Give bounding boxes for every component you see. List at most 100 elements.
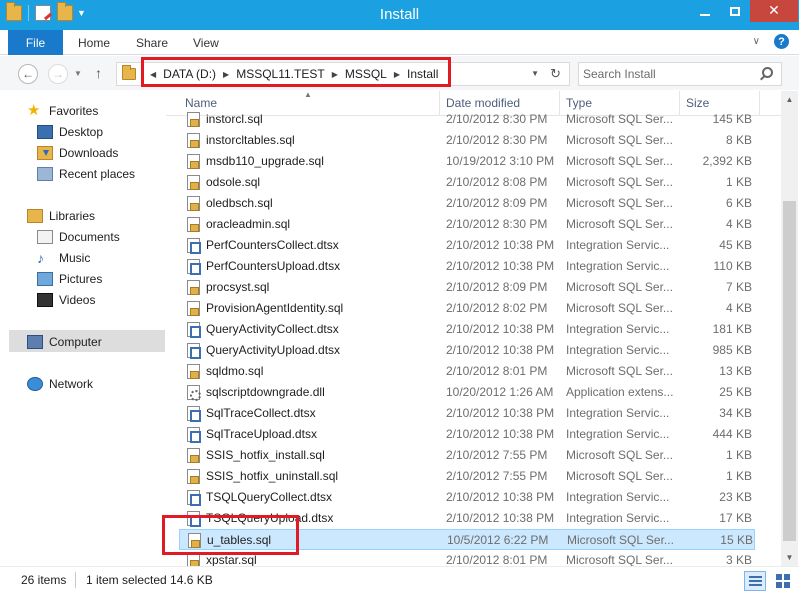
table-row[interactable]: ProvisionAgentIdentity.sql 2/10/2012 8:02… <box>179 298 755 319</box>
file-size: 34 KB <box>719 406 752 420</box>
file-type: Microsoft SQL Ser... <box>567 533 674 547</box>
file-date-modified: 2/10/2012 8:02 PM <box>446 301 548 315</box>
address-bar[interactable]: ◀ DATA (D:) ▶ MSSQL11.TEST ▶ MSSQL ▶ Ins… <box>116 62 570 86</box>
table-row[interactable]: SqlTraceCollect.dtsx 2/10/2012 10:38 PM In… <box>179 403 755 424</box>
file-date-modified: 2/10/2012 10:38 PM <box>446 238 555 252</box>
tab-file[interactable]: File <box>8 30 63 55</box>
scroll-up-icon[interactable]: ▲ <box>781 91 798 108</box>
file-size: 25 KB <box>719 385 752 399</box>
sidebar-item-desktop[interactable]: Desktop <box>37 122 103 141</box>
breadcrumb-item-install[interactable]: Install <box>407 67 438 81</box>
maximize-button[interactable] <box>720 0 750 22</box>
details-view-button[interactable] <box>744 571 766 591</box>
table-row[interactable]: xpstar.sql 2/10/2012 8:01 PM Microsoft SQL… <box>179 550 755 566</box>
table-row[interactable]: msdb110_upgrade.sql 10/19/2012 3:10 PM Mic… <box>179 151 755 172</box>
file-type: Integration Servic... <box>566 406 670 420</box>
table-row[interactable]: SSIS_hotfix_install.sql 2/10/2012 7:55 PM… <box>179 445 755 466</box>
file-name: ProvisionAgentIdentity.sql <box>206 301 344 315</box>
file-date-modified: 2/10/2012 7:55 PM <box>446 448 548 462</box>
ribbon: File Home Share View ∨ ? <box>0 30 799 55</box>
tab-share[interactable]: Share <box>136 36 168 50</box>
file-name: TSQLQueryUpload.dtsx <box>206 511 334 525</box>
file-type: Integration Servic... <box>566 490 670 504</box>
breadcrumb-item-mssql[interactable]: MSSQL <box>345 67 387 81</box>
sidebar-item-recent-places[interactable]: Recent places <box>37 164 135 183</box>
sidebar-item-pictures[interactable]: Pictures <box>37 269 102 288</box>
table-row[interactable]: TSQLQueryCollect.dtsx 2/10/2012 10:38 PM I… <box>179 487 755 508</box>
file-size: 17 KB <box>719 511 752 525</box>
status-divider <box>75 572 76 588</box>
breadcrumb-item-drive[interactable]: DATA (D:) <box>163 67 216 81</box>
vertical-scrollbar[interactable]: ▲ ▼ <box>781 91 798 566</box>
sql-file-icon <box>187 553 200 566</box>
file-date-modified: 10/5/2012 6:22 PM <box>447 533 549 547</box>
up-button[interactable]: ↑ <box>95 65 102 81</box>
close-button[interactable]: ✕ <box>750 0 798 22</box>
table-row[interactable]: procsyst.sql 2/10/2012 8:09 PM Microsoft S… <box>179 277 755 298</box>
large-icons-view-button[interactable] <box>772 571 794 591</box>
sql-file-icon <box>187 133 200 148</box>
breadcrumb-item-instance[interactable]: MSSQL11.TEST <box>236 67 324 81</box>
sidebar-item-favorites[interactable]: ★ Favorites <box>27 101 98 120</box>
tab-home[interactable]: Home <box>78 36 110 50</box>
chevron-right-icon[interactable]: ▶ <box>332 70 338 79</box>
table-row[interactable]: QueryActivityCollect.dtsx 2/10/2012 10:38… <box>179 319 755 340</box>
sidebar-item-downloads[interactable]: Downloads <box>37 143 118 162</box>
table-row[interactable]: odsole.sql 2/10/2012 8:08 PM Microsoft SQL… <box>179 172 755 193</box>
search-box[interactable] <box>578 62 782 86</box>
minimize-button[interactable] <box>690 0 720 22</box>
sidebar-item-network[interactable]: Network <box>27 374 93 393</box>
file-name: oledbsch.sql <box>206 196 273 210</box>
table-row[interactable]: instorcl.sql 2/10/2012 8:30 PM Microsoft S… <box>179 109 755 130</box>
help-icon[interactable]: ? <box>774 34 789 49</box>
status-bar: 26 items 1 item selected 14.6 KB <box>0 566 799 599</box>
file-name: oracleadmin.sql <box>206 217 291 231</box>
table-row[interactable]: sqldmo.sql 2/10/2012 8:01 PM Microsoft SQL… <box>179 361 755 382</box>
sidebar-item-videos[interactable]: Videos <box>37 290 95 309</box>
table-row[interactable]: oracleadmin.sql 2/10/2012 8:30 PM Microsof… <box>179 214 755 235</box>
table-row[interactable]: instorcltables.sql 2/10/2012 8:30 PM Micro… <box>179 130 755 151</box>
chevron-down-icon[interactable]: ∨ <box>753 36 760 47</box>
selection-info: 1 item selected 14.6 KB <box>86 573 213 587</box>
dtsx-file-icon <box>187 511 201 527</box>
search-icon[interactable] <box>762 67 773 78</box>
navigation-bar: ← → ▼ ↑ ◀ DATA (D:) ▶ MSSQL11.TEST ▶ MSS… <box>0 56 799 90</box>
table-row[interactable]: PerfCountersCollect.dtsx 2/10/2012 10:38 … <box>179 235 755 256</box>
chevron-down-icon[interactable]: ▼ <box>531 69 539 78</box>
file-name: procsyst.sql <box>206 280 270 294</box>
table-row[interactable]: SSIS_hotfix_uninstall.sql 2/10/2012 7:55 … <box>179 466 755 487</box>
sidebar-item-label: Downloads <box>59 145 119 160</box>
chevron-right-icon[interactable]: ▶ <box>223 70 229 79</box>
chevron-right-icon[interactable]: ◀ <box>150 70 156 79</box>
file-name: sqldmo.sql <box>206 364 264 378</box>
table-row[interactable]: oledbsch.sql 2/10/2012 8:09 PM Microsoft S… <box>179 193 755 214</box>
sidebar-item-computer[interactable]: Computer <box>27 332 102 351</box>
back-button[interactable]: ← <box>18 64 38 84</box>
sidebar-item-libraries[interactable]: Libraries <box>27 206 95 225</box>
table-row[interactable]: sqlscriptdowngrade.dll 10/20/2012 1:26 AM… <box>179 382 755 403</box>
file-date-modified: 2/10/2012 8:30 PM <box>446 112 548 126</box>
minimize-icon <box>700 14 710 16</box>
scroll-down-icon[interactable]: ▼ <box>781 549 798 566</box>
file-type: Integration Servic... <box>566 238 670 252</box>
dtsx-file-icon <box>187 259 201 275</box>
table-row[interactable]: PerfCountersUpload.dtsx 2/10/2012 10:38 P… <box>179 256 755 277</box>
scroll-thumb[interactable] <box>783 201 796 541</box>
file-type: Microsoft SQL Ser... <box>566 364 673 378</box>
search-input[interactable] <box>583 66 753 82</box>
sidebar-item-music[interactable]: ♪ Music <box>37 248 90 267</box>
table-row[interactable]: QueryActivityUpload.dtsx 2/10/2012 10:38 … <box>179 340 755 361</box>
navigation-pane: ★ Favorites Desktop Downloads Recent pla… <box>0 91 165 566</box>
chevron-right-icon[interactable]: ▶ <box>394 70 400 79</box>
file-date-modified: 2/10/2012 10:38 PM <box>446 511 555 525</box>
table-row[interactable]: u_tables.sql 10/5/2012 6:22 PM Microsoft S… <box>179 529 755 550</box>
table-row[interactable]: SqlTraceUpload.dtsx 2/10/2012 10:38 PM Int… <box>179 424 755 445</box>
folder-icon <box>122 65 136 80</box>
table-row[interactable]: TSQLQueryUpload.dtsx 2/10/2012 10:38 PM In… <box>179 508 755 529</box>
recent-locations-icon[interactable]: ▼ <box>74 69 82 78</box>
tab-view[interactable]: View <box>193 36 219 50</box>
forward-button[interactable]: → <box>48 64 68 84</box>
dtsx-file-icon <box>187 490 201 506</box>
refresh-icon[interactable]: ↻ <box>550 66 561 82</box>
sidebar-item-documents[interactable]: Documents <box>37 227 120 246</box>
